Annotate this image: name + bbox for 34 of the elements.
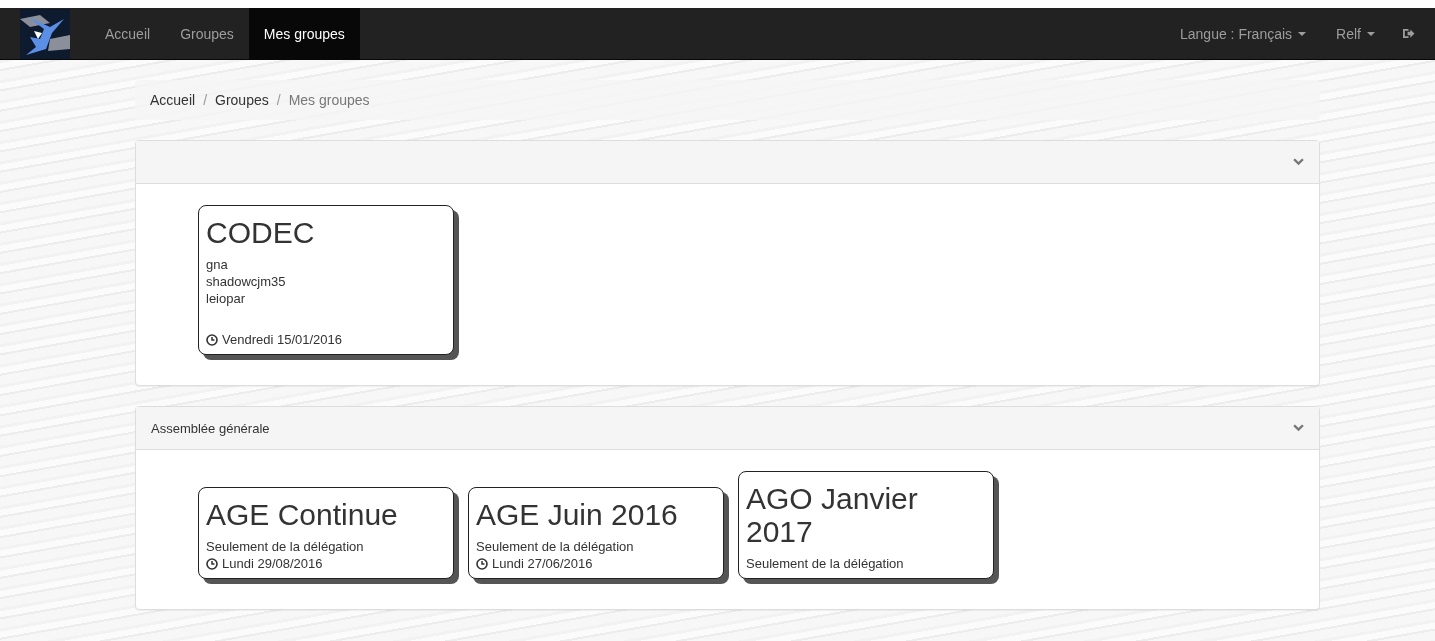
group-name: AGE Continue <box>206 498 399 531</box>
group-date: Vendredi 15/01/2016 <box>222 331 342 348</box>
group-name: AGO Janvier 2017 <box>746 482 919 548</box>
panel-title: Assemblée générale <box>151 420 271 436</box>
panel-header[interactable]: Assemblée générale <box>136 407 1319 450</box>
group-note: Seulement de la délégation <box>206 538 365 555</box>
breadcrumb-link[interactable]: Groupes <box>215 92 269 108</box>
breadcrumb-separator: / <box>275 92 282 108</box>
group-name: CODEC <box>206 216 316 249</box>
logout-icon[interactable] <box>1402 28 1415 39</box>
language-dropdown[interactable]: Langue : Français <box>1165 7 1322 60</box>
member-name: shadowcjm35 <box>206 273 287 290</box>
clock-icon <box>206 557 218 570</box>
chevron-icon[interactable] <box>1293 424 1304 432</box>
clock-icon <box>206 333 218 346</box>
user-dropdown[interactable]: Relf <box>1321 7 1390 60</box>
group-name: AGE Juin 2016 <box>476 498 679 531</box>
group-note: Seulement de la délégation <box>476 538 635 555</box>
nav-link[interactable]: Groupes <box>165 7 249 60</box>
breadcrumb-link[interactable]: Accueil <box>150 92 196 108</box>
group-date: Lundi 29/08/2016 <box>222 555 323 572</box>
breadcrumb-separator: / <box>202 92 209 108</box>
bird-logo-icon[interactable] <box>20 8 70 59</box>
group-note: Seulement de la délégation <box>746 555 905 572</box>
caret-icon <box>1367 31 1375 36</box>
nav-link[interactable]: Mes groupes <box>248 7 360 60</box>
member-name: leiopar <box>206 290 247 307</box>
breadcrumb-link[interactable]: Mes groupes <box>288 92 370 108</box>
chevron-icon[interactable] <box>1293 158 1304 166</box>
group-date: Lundi 27/06/2016 <box>492 555 593 572</box>
caret-icon <box>1298 31 1307 36</box>
clock-icon <box>476 557 488 570</box>
nav-link[interactable]: Accueil <box>90 7 166 60</box>
member-name: gna <box>206 256 229 273</box>
